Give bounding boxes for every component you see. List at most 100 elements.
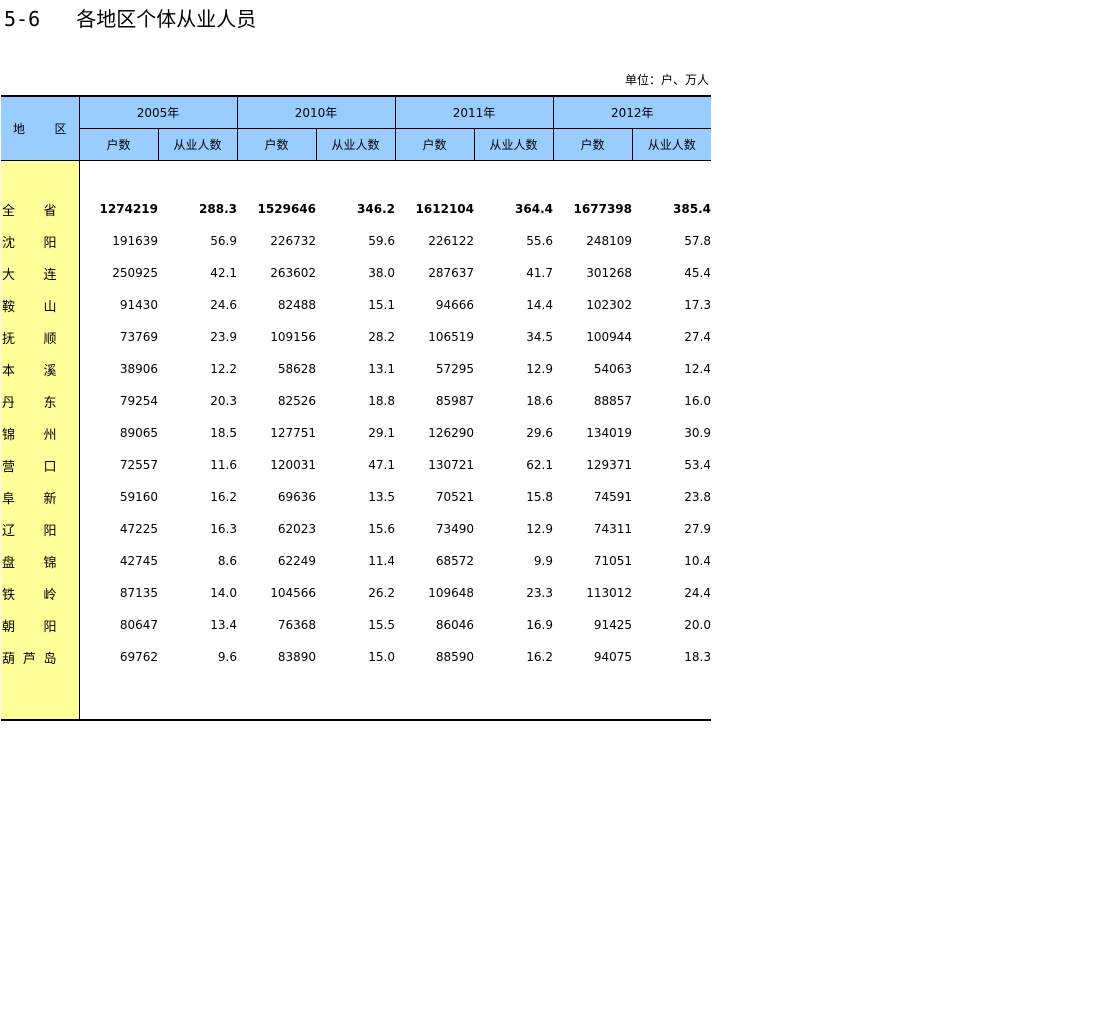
households-cell: 42745: [119, 554, 158, 568]
workers-cell: 17.3: [684, 298, 711, 312]
table-row: 辽阳 47225 16.3 62023 15.6 73490 12.9 74311 27.9: [1, 513, 711, 545]
table-row: 营口 72557 11.6 120031 47.1 130721 62.1 129371 53.…: [1, 449, 711, 481]
households-cell: 73490: [435, 522, 474, 536]
region-cell: 阜新: [1, 481, 80, 513]
workers-cell: 18.8: [368, 394, 395, 408]
workers-cell: 56.9: [210, 234, 237, 248]
households-cell: 226732: [270, 234, 316, 248]
value-cell: [158, 161, 237, 194]
households-cell: 301268: [586, 266, 632, 280]
workers-cell: 59.6: [368, 234, 395, 248]
workers-cell: 29.1: [368, 426, 395, 440]
workers-cell: 38.0: [368, 266, 395, 280]
region-name: 抚顺: [2, 331, 57, 347]
workers-cell: 27.4: [684, 330, 711, 344]
workers-header: 从业人数: [315, 128, 395, 161]
table-row: 大连 250925 42.1 263602 38.0 287637 41.7 301268 45…: [1, 257, 711, 289]
workers-cell: 288.3: [199, 202, 237, 216]
households-cell: 88590: [435, 650, 474, 664]
workers-cell: 23.3: [526, 586, 553, 600]
table-row: 铁岭 87135 14.0 104566 26.2 109648 23.3 113012 24.…: [1, 577, 711, 609]
region-name: 营口: [2, 459, 57, 475]
households-cell: 74311: [593, 522, 632, 536]
workers-cell: 55.6: [526, 234, 553, 248]
households-cell: 89065: [119, 426, 158, 440]
households-cell: 100944: [586, 330, 632, 344]
table-row: 抚顺 73769 23.9 109156 28.2 106519 34.5 100944 27.…: [1, 321, 711, 353]
region-cell: 丹东: [1, 385, 80, 417]
workers-cell: 41.7: [526, 266, 553, 280]
workers-header: 从业人数: [473, 128, 553, 161]
workers-cell: 28.2: [368, 330, 395, 344]
table-row: 本溪 38906 12.2 58628 13.1 57295 12.9 54063 12.4: [1, 353, 711, 385]
workers-cell: 16.9: [526, 618, 553, 632]
workers-cell: 57.8: [684, 234, 711, 248]
workers-cell: 14.4: [526, 298, 553, 312]
workers-cell: 385.4: [673, 202, 711, 216]
households-cell: 80647: [119, 618, 158, 632]
households-cell: 62023: [277, 522, 316, 536]
region-cell: 大连: [1, 257, 80, 289]
year-header: 2011年: [394, 95, 553, 129]
region-name: 鞍山: [2, 299, 57, 315]
value-cell: [553, 673, 632, 721]
workers-cell: 23.9: [210, 330, 237, 344]
value-cell: [395, 673, 474, 721]
year-header: 2010年: [236, 95, 395, 129]
table-row: 鞍山 91430 24.6 82488 15.1 94666 14.4 102302 17.3: [1, 289, 711, 321]
workers-cell: 20.0: [684, 618, 711, 632]
workers-cell: 346.2: [357, 202, 395, 216]
region-cell: 朝阳: [1, 609, 80, 641]
page-title: 5-6 各地区个体从业人员: [4, 7, 257, 31]
year-header: 2012年: [552, 95, 711, 129]
workers-cell: 14.0: [210, 586, 237, 600]
households-cell: 126290: [428, 426, 474, 440]
workers-cell: 29.6: [526, 426, 553, 440]
table-row: 沈阳 191639 56.9 226732 59.6 226122 55.6 248109 57…: [1, 225, 711, 257]
households-cell: 59160: [119, 490, 158, 504]
value-cell: [632, 161, 711, 194]
households-cell: 130721: [428, 458, 474, 472]
households-cell: 72557: [119, 458, 158, 472]
households-cell: 83890: [277, 650, 316, 664]
households-cell: 47225: [119, 522, 158, 536]
households-cell: 91430: [119, 298, 158, 312]
value-cell: [158, 673, 237, 721]
table-row: 阜新 59160 16.2 69636 13.5 70521 15.8 74591 23.8: [1, 481, 711, 513]
workers-cell: 364.4: [515, 202, 553, 216]
region-cell: 沈阳: [1, 225, 80, 257]
households-cell: 74591: [593, 490, 632, 504]
spacer-row: [1, 160, 711, 194]
households-cell: 86046: [435, 618, 474, 632]
region-cell: 全省: [1, 193, 80, 225]
region-name: 沈阳: [2, 235, 57, 251]
table-row: 丹东 79254 20.3 82526 18.8 85987 18.6 88857 16.0: [1, 385, 711, 417]
workers-cell: 15.0: [368, 650, 395, 664]
households-cell: 82488: [277, 298, 316, 312]
households-header: 户数: [394, 128, 474, 161]
households-cell: 127751: [270, 426, 316, 440]
workers-cell: 16.3: [210, 522, 237, 536]
table-row: 葫芦岛 69762 9.6 83890 15.0 88590 16.2 94075 18.3: [1, 641, 711, 673]
workers-cell: 23.8: [684, 490, 711, 504]
households-cell: 73769: [119, 330, 158, 344]
region-cell: 盘锦: [1, 545, 80, 577]
households-cell: 1274219: [99, 202, 158, 216]
workers-cell: 47.1: [368, 458, 395, 472]
region-cell: 葫芦岛: [1, 641, 80, 673]
table-row: 盘锦 42745 8.6 62249 11.4 68572 9.9 71051 10.4: [1, 545, 711, 577]
households-header: 户数: [78, 128, 158, 161]
workers-cell: 18.6: [526, 394, 553, 408]
workers-cell: 53.4: [684, 458, 711, 472]
workers-cell: 9.9: [533, 554, 553, 568]
households-cell: 263602: [270, 266, 316, 280]
region-name: 锦州: [2, 427, 57, 443]
workers-cell: 20.3: [210, 394, 237, 408]
region-name: 朝阳: [2, 619, 57, 635]
table-row: 朝阳 80647 13.4 76368 15.5 86046 16.9 91425 20.0: [1, 609, 711, 641]
workers-cell: 15.1: [368, 298, 395, 312]
households-cell: 191639: [112, 234, 158, 248]
spacer-row: [1, 673, 711, 721]
workers-cell: 16.2: [210, 490, 237, 504]
region-cell: [1, 673, 80, 721]
